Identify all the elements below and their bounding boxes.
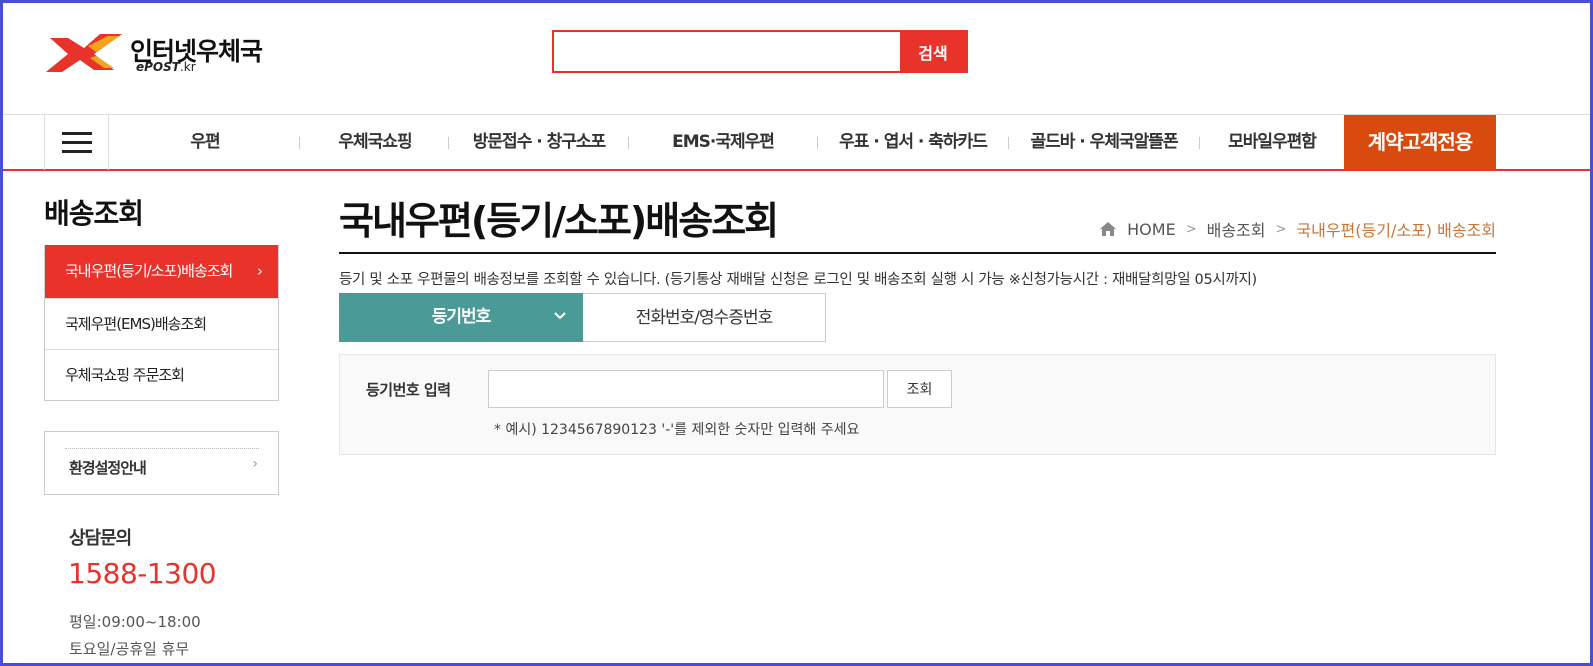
title-divider	[339, 252, 1496, 254]
nav-contract-customers[interactable]: 계약고객전용	[1344, 115, 1496, 170]
tracking-form: 등기번호 입력 조회 * 예시) 1234567890123 '-'를 제외한 …	[339, 354, 1496, 455]
chevron-down-icon	[553, 293, 567, 342]
sidebar-item-domestic-tracking[interactable]: 국내우편(등기/소포)배송조회 ›	[45, 245, 278, 298]
home-icon	[1099, 221, 1117, 237]
global-search: 검색	[552, 30, 968, 73]
nav-item-stamps[interactable]: 우표 · 엽서 · 축하카드	[818, 115, 1008, 170]
nav-item-goldbar[interactable]: 골드바 · 우체국알뜰폰	[1009, 115, 1199, 170]
page-description: 등기 및 소포 우편물의 배송정보를 조회할 수 있습니다. (등기통상 재배달…	[339, 272, 1257, 288]
search-button[interactable]: 검색	[900, 32, 966, 71]
sidebar-item-label: 국내우편(등기/소포)배송조회	[65, 262, 233, 280]
env-settings-label: 환경설정안내	[69, 459, 147, 477]
lookup-button[interactable]: 조회	[887, 370, 952, 408]
page-title: 국내우편(등기/소포)배송조회	[339, 199, 779, 243]
chevron-right-icon: ›	[252, 456, 258, 472]
chevron-right-icon: >	[1275, 221, 1287, 237]
breadcrumb-home[interactable]: HOME	[1127, 220, 1176, 239]
cs-phone: 1588-1300	[68, 557, 217, 590]
tab-registration-number[interactable]: 등기번호	[339, 293, 583, 342]
registration-number-label: 등기번호 입력	[366, 381, 451, 399]
input-hint: * 예시) 1234567890123 '-'를 제외한 숫자만 입력해 주세요	[494, 422, 860, 438]
tracking-tabs: 등기번호 전화번호/영수증번호	[339, 293, 826, 342]
sidebar-item-ems-tracking[interactable]: 국제우편(EMS)배송조회	[45, 298, 278, 349]
search-input[interactable]	[554, 32, 900, 71]
breadcrumb-current: 국내우편(등기/소포) 배송조회	[1296, 221, 1496, 240]
epost-logo[interactable]: 인터넷우체국 ePOST.kr	[44, 30, 284, 76]
sidebar-item-shopping-order[interactable]: 우체국쇼핑 주문조회	[45, 349, 278, 400]
dotted-divider	[65, 448, 259, 449]
chevron-right-icon: >	[1185, 221, 1197, 237]
breadcrumb: HOME > 배송조회 > 국내우편(등기/소포) 배송조회	[1099, 217, 1496, 241]
env-settings-link[interactable]: 환경설정안내 ›	[44, 431, 279, 495]
main-nav: 우편 우체국쇼핑 방문접수 · 창구소포 EMS·국제우편 우표 · 엽서 · …	[0, 114, 1593, 171]
nav-item-shopping[interactable]: 우체국쇼핑	[300, 115, 450, 170]
logo-sub-brand: ePOST	[136, 60, 180, 74]
sidebar-title: 배송조회	[44, 197, 144, 230]
cs-off-days: 토요일/공휴일 휴무	[69, 640, 190, 658]
chevron-right-icon: ›	[257, 262, 263, 280]
breadcrumb-tracking[interactable]: 배송조회	[1207, 217, 1266, 241]
nav-item-visit-parcel[interactable]: 방문접수 · 창구소포	[449, 115, 629, 170]
cs-title: 상담문의	[69, 528, 132, 549]
sidebar-item-label: 국제우편(EMS)배송조회	[65, 315, 207, 333]
hamburger-icon[interactable]	[44, 115, 109, 170]
nav-item-mobile-mailbox[interactable]: 모바일우편함	[1200, 115, 1344, 170]
tab-phone-receipt[interactable]: 전화번호/영수증번호	[583, 293, 826, 342]
sidebar-item-label: 우체국쇼핑 주문조회	[65, 366, 185, 384]
logo-sub-tld: .kr	[179, 60, 196, 74]
tab-label: 전화번호/영수증번호	[635, 308, 773, 328]
tab-label: 등기번호	[431, 307, 492, 327]
nav-item-ems[interactable]: EMS·국제우편	[629, 115, 817, 170]
epost-logo-icon	[46, 34, 122, 72]
logo-sub: ePOST.kr	[136, 60, 196, 74]
sidebar-menu: 국내우편(등기/소포)배송조회 › 국제우편(EMS)배송조회 우체국쇼핑 주문…	[44, 245, 279, 401]
registration-number-input[interactable]	[488, 370, 884, 408]
cs-hours: 평일:09:00~18:00	[69, 613, 201, 631]
nav-item-post[interactable]: 우편	[130, 115, 280, 170]
